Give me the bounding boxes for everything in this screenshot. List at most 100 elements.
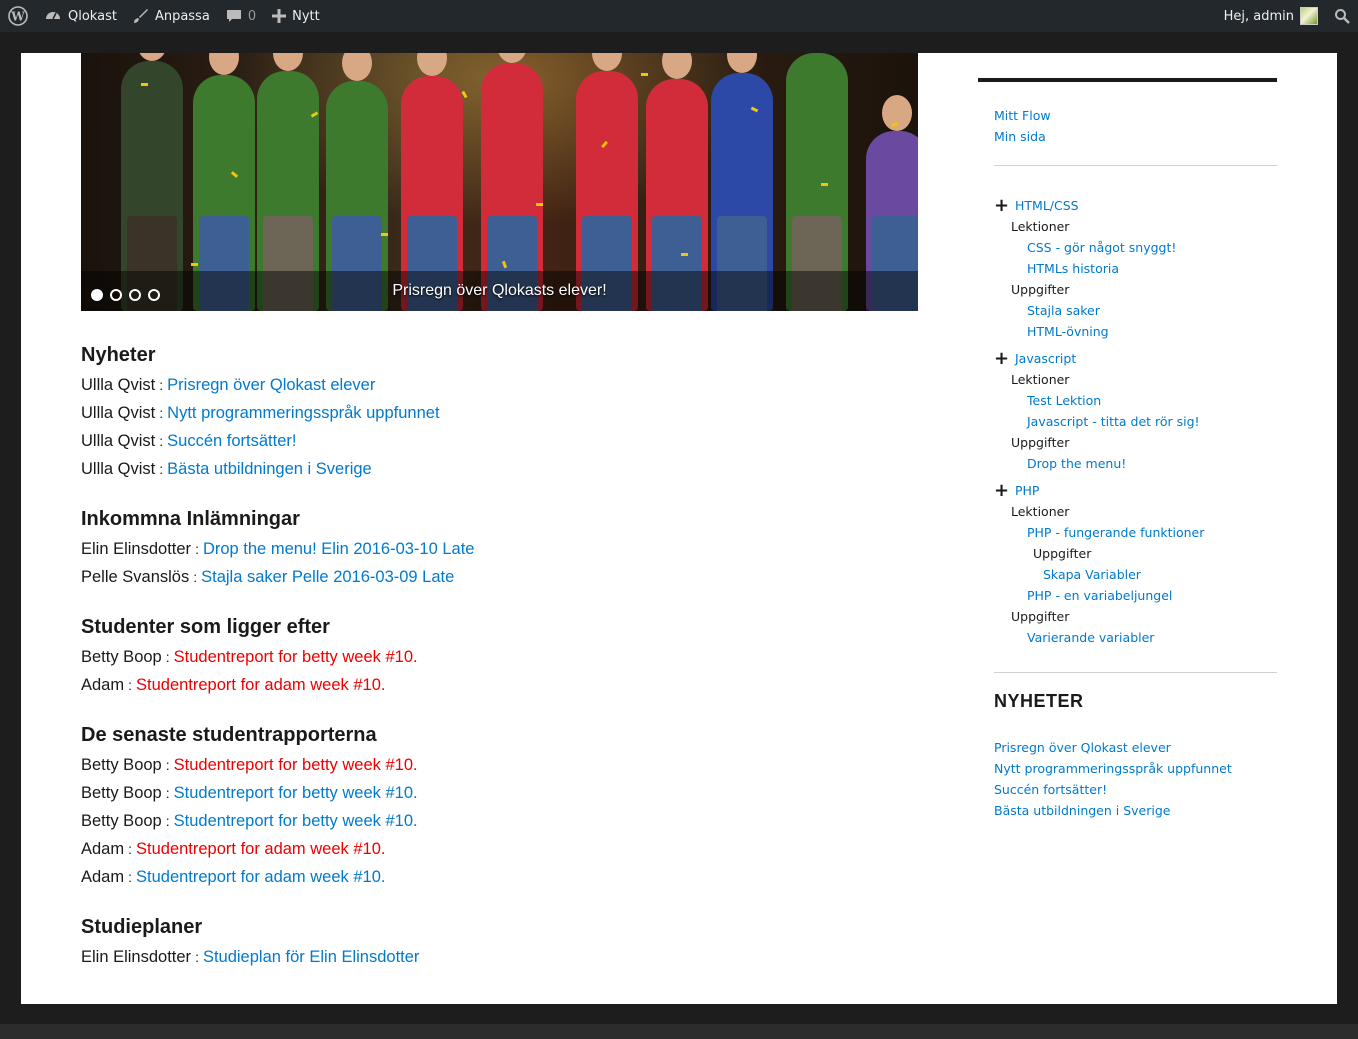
- tree-group-label: Uppgifter: [1033, 546, 1092, 561]
- section-title: Inkommna Inlämningar: [81, 508, 300, 530]
- list-item: Elin Elinsdotter: Studieplan för Elin Eli…: [81, 943, 921, 971]
- news-link[interactable]: Succén fortsätter!: [994, 779, 1232, 800]
- item-link[interactable]: Studentreport for betty week #10.: [174, 648, 418, 666]
- expand-plus-icon[interactable]: +: [994, 196, 1009, 215]
- separator: :: [165, 649, 170, 665]
- course-tree: + HTML/CSS Lektioner CSS - gör något snyggt…: [994, 193, 1277, 652]
- separator: :: [195, 541, 199, 557]
- item-link[interactable]: Prisregn över Qlokast elever: [167, 376, 375, 394]
- item-link[interactable]: Studentreport for betty week #10.: [174, 756, 418, 774]
- item-link[interactable]: Drop the menu! Elin 2016-03-10 Late: [203, 540, 475, 558]
- tree-link[interactable]: PHP - en variabeljungel: [994, 585, 1277, 606]
- item-link[interactable]: Succén fortsätter!: [167, 432, 296, 450]
- tree-link[interactable]: Stajla saker: [994, 300, 1277, 321]
- tree-link[interactable]: HTMLs historia: [994, 258, 1277, 279]
- separator: :: [193, 569, 198, 585]
- tree-link[interactable]: HTML-övning: [994, 321, 1277, 342]
- slider-pagination: [91, 289, 160, 301]
- separator: :: [128, 841, 132, 857]
- tree-group-label: Uppgifter: [1011, 609, 1070, 624]
- tree-link[interactable]: Test Lektion: [994, 390, 1277, 411]
- tree-link[interactable]: Drop the menu!: [994, 453, 1277, 474]
- brush-icon: [133, 9, 148, 23]
- wordpress-icon: W: [8, 6, 28, 26]
- author-name: Ullla Qvist: [81, 460, 156, 478]
- item-link[interactable]: Studieplan för Elin Elinsdotter: [203, 948, 419, 966]
- expand-plus-icon[interactable]: +: [994, 481, 1009, 500]
- new-content-menu[interactable]: Nytt: [264, 0, 328, 32]
- list-item: Adam: Studentreport for adam week #10.: [81, 671, 921, 699]
- separator: :: [128, 677, 132, 693]
- author-name: Ullla Qvist: [81, 404, 156, 422]
- author-name: Adam: [81, 676, 125, 694]
- news-link[interactable]: Bästa utbildningen i Sverige: [994, 800, 1232, 821]
- section-title: Studieplaner: [81, 916, 203, 938]
- list-item: Betty Boop: Studentreport for betty week …: [81, 779, 921, 807]
- tree-topic[interactable]: + HTML/CSS: [994, 195, 1277, 216]
- author-name: Ullla Qvist: [81, 432, 156, 450]
- customize-link[interactable]: Anpassa: [125, 0, 218, 32]
- item-link[interactable]: Nytt programmeringsspråk uppfunnet: [167, 404, 439, 422]
- tree-group-label: Lektioner: [1011, 372, 1070, 387]
- new-label: Nytt: [292, 8, 320, 24]
- content-section: Studieplaner Elin Elinsdotter: Studieplan …: [81, 912, 921, 971]
- list-item: Pelle Svanslös: Stajla saker Pelle 2016-0…: [81, 563, 921, 591]
- list-item: Ullla Qvist: Succén fortsätter!: [81, 427, 921, 455]
- tree-group-label: Uppgifter: [1011, 435, 1070, 450]
- slide-dot-4[interactable]: [148, 289, 160, 301]
- tree-link[interactable]: Skapa Variabler: [994, 564, 1277, 585]
- separator: :: [128, 869, 132, 885]
- tree-link[interactable]: CSS - gör något snyggt!: [994, 237, 1277, 258]
- image-slider[interactable]: Prisregn över Qlokasts elever!: [81, 53, 918, 311]
- list-item: Betty Boop: Studentreport for betty week …: [81, 807, 921, 835]
- item-link[interactable]: Studentreport for betty week #10.: [174, 784, 418, 802]
- news-link[interactable]: Prisregn över Qlokast elever: [994, 737, 1232, 758]
- tree-topic-link[interactable]: HTML/CSS: [1015, 198, 1079, 213]
- list-item: Ullla Qvist: Prisregn över Qlokast elever: [81, 371, 921, 399]
- separator: :: [159, 461, 164, 477]
- section-title: Nyheter: [81, 344, 156, 366]
- tree-topic[interactable]: + PHP: [994, 480, 1277, 501]
- link-min-sida[interactable]: Min sida: [994, 126, 1051, 147]
- list-item: Adam: Studentreport for adam week #10.: [81, 863, 921, 891]
- author-name: Adam: [81, 868, 125, 886]
- tree-link[interactable]: Varierande variabler: [994, 627, 1277, 648]
- expand-plus-icon[interactable]: +: [994, 349, 1009, 368]
- comments-link[interactable]: 0: [218, 0, 264, 32]
- tree-topic-link[interactable]: Javascript: [1015, 351, 1076, 366]
- item-link[interactable]: Studentreport for adam week #10.: [136, 868, 385, 886]
- section-title: Studenter som ligger efter: [81, 616, 330, 638]
- item-link[interactable]: Studentreport for adam week #10.: [136, 676, 385, 694]
- news-widget-list: Prisregn över Qlokast elever Nytt progra…: [994, 737, 1232, 821]
- tree-topic[interactable]: + Javascript: [994, 348, 1277, 369]
- section-title: De senaste studentrapporterna: [81, 724, 377, 746]
- wordpress-logo-menu[interactable]: W: [0, 0, 36, 32]
- link-mitt-flow[interactable]: Mitt Flow: [994, 105, 1051, 126]
- separator: :: [165, 785, 170, 801]
- search-toggle[interactable]: [1326, 0, 1358, 32]
- item-link[interactable]: Studentreport for adam week #10.: [136, 840, 385, 858]
- comment-count: 0: [247, 8, 257, 24]
- tree-link[interactable]: Javascript - titta det rör sig!: [994, 411, 1277, 432]
- svg-text:W: W: [10, 10, 25, 24]
- tree-topic-link[interactable]: PHP: [1015, 483, 1039, 498]
- main-content: Nyheter Ullla Qvist: Prisregn över Qlokast…: [81, 340, 921, 992]
- news-link[interactable]: Nytt programmeringsspråk uppfunnet: [994, 758, 1232, 779]
- list-item: Betty Boop: Studentreport for betty week …: [81, 751, 921, 779]
- slide-dot-1[interactable]: [91, 289, 103, 301]
- author-name: Elin Elinsdotter: [81, 540, 192, 558]
- divider: [994, 672, 1277, 673]
- admin-bar: W Qlokast Anpassa 0 Nytt Hej, admin: [0, 0, 1358, 32]
- item-link[interactable]: Studentreport for betty week #10.: [174, 812, 418, 830]
- slide-dot-3[interactable]: [129, 289, 141, 301]
- account-menu[interactable]: Hej, admin: [1216, 0, 1326, 32]
- tree-link[interactable]: PHP - fungerande funktioner: [994, 522, 1277, 543]
- item-link[interactable]: Bästa utbildningen i Sverige: [167, 460, 372, 478]
- author-name: Ullla Qvist: [81, 376, 156, 394]
- tree-group-label: Lektioner: [1011, 504, 1070, 519]
- sidebar-quick-links: Mitt Flow Min sida: [994, 105, 1051, 147]
- content-section: Nyheter Ullla Qvist: Prisregn över Qlokast…: [81, 340, 921, 483]
- item-link[interactable]: Stajla saker Pelle 2016-03-09 Late: [201, 568, 454, 586]
- site-name-menu[interactable]: Qlokast: [36, 0, 125, 32]
- slide-dot-2[interactable]: [110, 289, 122, 301]
